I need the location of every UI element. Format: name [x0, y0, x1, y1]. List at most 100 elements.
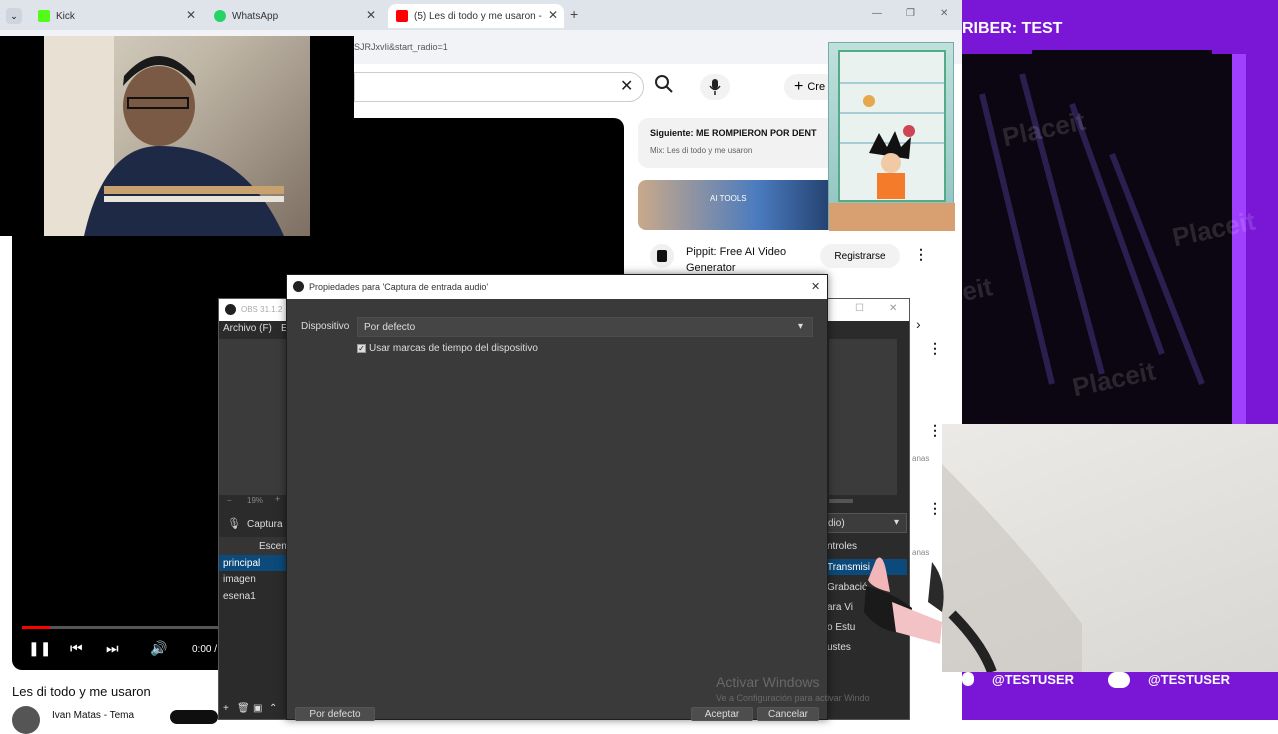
time-display: 0:00 / — [192, 644, 218, 655]
tab-label: Kick — [56, 10, 75, 22]
ad-logo — [650, 244, 674, 268]
dialog-titlebar: Propiedades para 'Captura de entrada aud… — [287, 275, 827, 299]
chevron-right-icon[interactable]: › — [916, 316, 921, 332]
close-dialog-button[interactable]: ✕ — [811, 280, 820, 293]
volume-icon[interactable]: 🔊 — [150, 640, 167, 657]
checkbox-label[interactable]: Usar marcas de tiempo del dispositivo — [369, 343, 538, 354]
stream-frame: Placeit Placeit eit Placeit — [962, 54, 1258, 424]
obs-icon — [293, 281, 304, 292]
filter-icon[interactable]: ▣ — [253, 703, 262, 714]
defaults-button[interactable]: Por defecto — [295, 707, 375, 721]
scene-item[interactable]: imagen — [223, 574, 256, 585]
video-title: Les di todo y me usaron — [12, 684, 151, 699]
subscriber-text: RIBER: TEST — [962, 20, 1063, 37]
anime-character-overlay — [852, 552, 948, 648]
handle-left: @TESTUSER — [992, 672, 1075, 687]
device-select-value: Por defecto — [364, 322, 416, 333]
obs-title: OBS 31.1.2 — [241, 305, 283, 314]
tab-youtube[interactable]: (5) Les di todo y me usaron - Y ✕ — [388, 4, 564, 28]
tab-kick[interactable]: Kick ✕ — [30, 4, 202, 28]
scene-item-selected[interactable]: principal — [219, 555, 287, 571]
maximize-button[interactable]: ❐ — [906, 8, 915, 19]
clear-search-icon[interactable]: ✕ — [620, 76, 633, 96]
ok-button[interactable]: Aceptar — [691, 707, 753, 721]
tab-label: (5) Les di todo y me usaron - Y — [414, 10, 542, 22]
whatsapp-icon — [214, 10, 226, 22]
microphone-icon[interactable] — [700, 74, 730, 100]
dialog-title: Propiedades para 'Captura de entrada aud… — [309, 282, 489, 292]
social-icon — [962, 672, 974, 686]
channel-name[interactable]: Ivan Matas - Tema — [52, 710, 134, 721]
search-icon[interactable] — [654, 74, 676, 96]
add-scene-icon[interactable]: + — [223, 703, 229, 714]
more-options-icon[interactable]: ⋮ — [928, 500, 942, 517]
audio-dropdown[interactable]: dio) ▾ — [823, 513, 907, 533]
minimize-button[interactable]: — — [872, 8, 882, 19]
zoom-out-icon[interactable]: − — [227, 496, 232, 505]
up-next-card[interactable]: Siguiente: ME ROMPIERON POR DENT Mix: Le… — [638, 118, 838, 168]
ad-image-text: AI TOOLS — [710, 194, 747, 203]
scenes-header: Escena — [219, 537, 292, 555]
activate-windows-title: Activar Windows — [716, 674, 820, 690]
scrollbar[interactable] — [829, 499, 853, 503]
preview-area — [219, 339, 287, 495]
discord-icon — [1108, 672, 1130, 688]
activate-windows-subtitle: Ve a Configuración para activar Windo — [716, 693, 870, 703]
more-options-icon[interactable]: ⋮ — [928, 422, 942, 439]
close-icon[interactable]: ✕ — [548, 8, 558, 22]
tab-whatsapp[interactable]: WhatsApp ✕ — [206, 4, 382, 28]
trash-icon[interactable]: 🗑 — [237, 703, 250, 714]
menu-file[interactable]: Archivo (F) — [223, 323, 272, 334]
handle-right: @TESTUSER — [1148, 672, 1231, 687]
next-icon[interactable]: ⏭ — [106, 640, 119, 657]
tab-label: WhatsApp — [232, 10, 279, 22]
search-input[interactable] — [354, 72, 644, 102]
zoom-level: 19% — [247, 496, 264, 505]
register-button[interactable]: Registrarse — [820, 244, 900, 268]
more-options-icon[interactable]: ⋮ — [914, 246, 928, 263]
subscribe-button[interactable] — [170, 710, 218, 724]
webcam-image — [44, 36, 310, 236]
obs-icon — [225, 304, 236, 315]
settings-button[interactable]: ustes — [827, 642, 851, 653]
progress-fill — [22, 626, 50, 629]
close-window-button[interactable]: ✕ — [940, 8, 948, 19]
url-text: SJRJxvIi&start_radio=1 — [354, 42, 448, 52]
ad-title[interactable]: Pippit: Free AI Video Generator — [686, 244, 786, 276]
preview-area-right — [829, 339, 897, 495]
tab-search-button[interactable]: ⌄ — [6, 8, 22, 24]
scene-label: principal — [223, 558, 261, 569]
virtual-camera-button[interactable]: ara Vi — [827, 602, 853, 613]
plus-icon: + — [794, 78, 804, 95]
frame-tab — [1032, 50, 1212, 64]
pause-icon[interactable]: ❚❚ — [28, 640, 51, 657]
cancel-button[interactable]: Cancelar — [757, 707, 819, 721]
previous-icon[interactable]: ⏮ — [70, 640, 83, 657]
timestamp-checkbox[interactable]: ✓ — [357, 344, 366, 353]
chevron-down-icon: ▾ — [894, 517, 900, 528]
device-select[interactable]: Por defecto ▾ — [357, 317, 813, 337]
youtube-icon — [396, 10, 408, 22]
audio-dropdown-value: dio) — [828, 518, 845, 529]
more-options-icon[interactable]: ⋮ — [928, 340, 942, 357]
mix-label: Mix: Les di todo y me usaron — [650, 146, 753, 155]
close-icon[interactable]: ✕ — [186, 8, 196, 22]
anime-image — [828, 42, 955, 231]
scene-item[interactable]: esena1 — [223, 591, 256, 602]
up-next-label: Siguiente: ME ROMPIERON POR DENT — [650, 128, 817, 138]
kick-icon — [38, 10, 50, 22]
device-label: Dispositivo — [301, 321, 350, 332]
chevron-down-icon: ▾ — [798, 321, 804, 332]
ad-image[interactable]: AI TOOLS — [638, 180, 838, 230]
ad-title-line1: Pippit: Free AI Video — [686, 246, 787, 258]
webcam-overlay-2 — [942, 424, 1278, 674]
new-tab-button[interactable]: + — [570, 6, 578, 22]
zoom-in-icon[interactable]: + — [275, 494, 280, 504]
close-icon[interactable]: ✕ — [366, 8, 376, 22]
channel-avatar[interactable] — [12, 706, 40, 734]
maximize-button[interactable]: ☐ — [855, 303, 864, 314]
close-window-button[interactable]: ✕ — [889, 303, 897, 314]
side-snippet: anas — [912, 454, 930, 463]
browser-tab-bar: ⌄ Kick ✕ WhatsApp ✕ (5) Les di todo y me… — [0, 0, 962, 30]
chevron-up-icon[interactable]: ⌃ — [269, 703, 277, 714]
